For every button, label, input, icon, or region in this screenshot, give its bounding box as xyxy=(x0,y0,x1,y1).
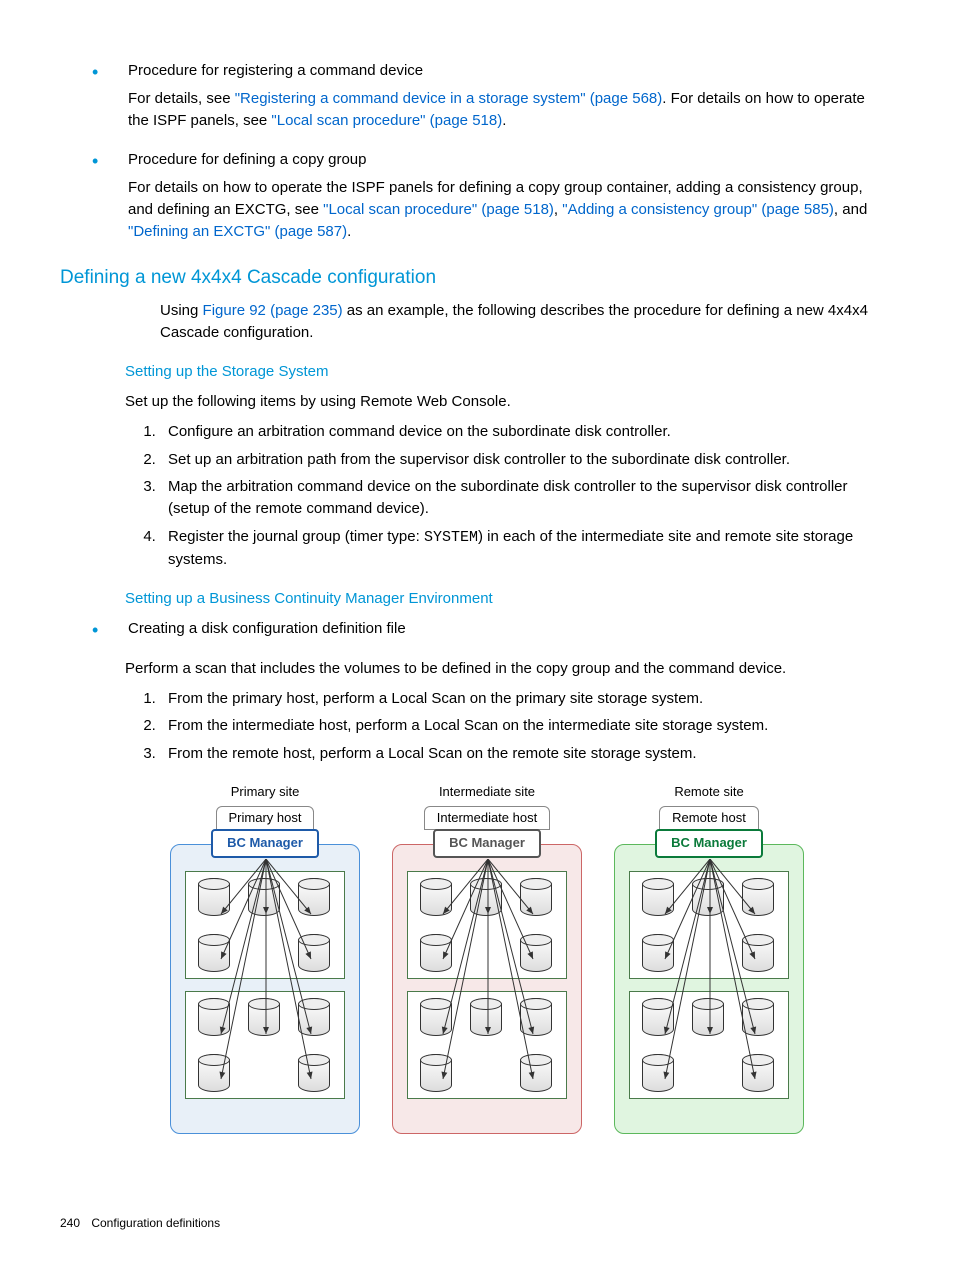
bullet-item: Creating a disk configuration definition… xyxy=(128,618,884,640)
bullet-text: For details, see "Registering a command … xyxy=(128,88,884,132)
link-register-cmd[interactable]: "Registering a command device in a stora… xyxy=(235,90,663,107)
top-bullets: Procedure for registering a command devi… xyxy=(128,60,884,242)
cylinder-icon xyxy=(298,878,330,916)
storage-panel: Scan xyxy=(392,844,582,1134)
cylinder-icon xyxy=(198,998,230,1036)
section-heading: Defining a new 4x4x4 Cascade configurati… xyxy=(60,264,884,292)
bcm-intro: Perform a scan that includes the volumes… xyxy=(125,658,884,680)
controller-box xyxy=(185,871,345,979)
link-adding-cg[interactable]: "Adding a consistency group" (page 585) xyxy=(562,201,834,218)
link-defining-exctg[interactable]: "Defining an EXCTG" (page 587) xyxy=(128,223,347,240)
page-footer: 240 Configuration definitions xyxy=(60,1215,220,1232)
list-item: Configure an arbitration command device … xyxy=(160,421,884,443)
link-figure-92[interactable]: Figure 92 (page 235) xyxy=(203,302,343,319)
controller-box xyxy=(629,991,789,1099)
cylinder-icon xyxy=(642,878,674,916)
link-local-scan-2[interactable]: "Local scan procedure" (page 518) xyxy=(323,201,554,218)
bullet-title: Procedure for registering a command devi… xyxy=(128,60,884,82)
cylinder-icon xyxy=(198,1054,230,1092)
cylinder-icon xyxy=(420,934,452,972)
storage-panel: Scan xyxy=(170,844,360,1134)
cylinder-icon xyxy=(470,878,502,916)
cylinder-icon xyxy=(742,934,774,972)
list-item: From the intermediate host, perform a Lo… xyxy=(160,715,884,737)
list-item: From the remote host, perform a Local Sc… xyxy=(160,743,884,765)
host-label: Remote host xyxy=(659,806,759,831)
controller-box xyxy=(407,871,567,979)
cylinder-icon xyxy=(692,998,724,1036)
link-local-scan-1[interactable]: "Local scan procedure" (page 518) xyxy=(271,112,502,129)
list-item: Map the arbitration command device on th… xyxy=(160,476,884,520)
bc-manager-label: BC Manager xyxy=(211,829,319,858)
site-blue: Primary site Primary hostBC ManagerScan xyxy=(170,783,360,1135)
host-label: Primary host xyxy=(216,806,315,831)
cylinder-icon xyxy=(520,878,552,916)
site-title: Intermediate site xyxy=(439,783,535,802)
controller-box xyxy=(629,871,789,979)
bcm-list: From the primary host, perform a Local S… xyxy=(160,688,884,765)
bc-manager-label: BC Manager xyxy=(655,829,763,858)
site-red: Intermediate site Intermediate hostBC Man… xyxy=(392,783,582,1135)
bullet-item: Procedure for registering a command devi… xyxy=(128,60,884,131)
cylinder-icon xyxy=(642,934,674,972)
storage-list: Configure an arbitration command device … xyxy=(160,421,884,571)
host-label: Intermediate host xyxy=(424,806,550,831)
page-number: 240 xyxy=(60,1215,88,1232)
cylinder-icon xyxy=(642,1054,674,1092)
list-item: Register the journal group (timer type: … xyxy=(160,526,884,571)
bullet-item: Procedure for defining a copy group For … xyxy=(128,149,884,242)
bcm-bullets: Creating a disk configuration definition… xyxy=(128,618,884,640)
bc-manager-label: BC Manager xyxy=(433,829,541,858)
cylinder-icon xyxy=(742,998,774,1036)
list-item: Set up an arbitration path from the supe… xyxy=(160,449,884,471)
cylinder-icon xyxy=(248,998,280,1036)
bullet-text: For details on how to operate the ISPF p… xyxy=(128,177,884,242)
cylinder-icon xyxy=(742,878,774,916)
cylinder-icon xyxy=(520,1054,552,1092)
cylinder-icon xyxy=(520,934,552,972)
section-intro: Using Figure 92 (page 235) as an example… xyxy=(160,300,884,344)
list-item: From the primary host, perform a Local S… xyxy=(160,688,884,710)
cylinder-icon xyxy=(520,998,552,1036)
sites-diagram: Primary sitePrimary hostBC ManagerScanIn… xyxy=(170,783,884,1135)
cylinder-icon xyxy=(692,878,724,916)
cylinder-icon xyxy=(198,934,230,972)
bcm-heading: Setting up a Business Continuity Manager… xyxy=(125,588,884,610)
cylinder-icon xyxy=(420,998,452,1036)
cylinder-icon xyxy=(420,878,452,916)
site-title: Remote site xyxy=(674,783,743,802)
storage-heading: Setting up the Storage System xyxy=(125,361,884,383)
cylinder-icon xyxy=(248,878,280,916)
storage-intro: Set up the following items by using Remo… xyxy=(125,391,884,413)
cylinder-icon xyxy=(298,1054,330,1092)
site-title: Primary site xyxy=(231,783,300,802)
cylinder-icon xyxy=(298,934,330,972)
cylinder-icon xyxy=(298,998,330,1036)
controller-box xyxy=(407,991,567,1099)
cylinder-icon xyxy=(742,1054,774,1092)
site-green: Remote site Remote hostBC ManagerScan xyxy=(614,783,804,1135)
footer-label: Configuration definitions xyxy=(91,1216,220,1230)
cylinder-icon xyxy=(642,998,674,1036)
code-system: SYSTEM xyxy=(424,529,478,546)
storage-panel: Scan xyxy=(614,844,804,1134)
cylinder-icon xyxy=(198,878,230,916)
cylinder-icon xyxy=(470,998,502,1036)
bullet-title: Procedure for defining a copy group xyxy=(128,149,884,171)
cylinder-icon xyxy=(420,1054,452,1092)
controller-box xyxy=(185,991,345,1099)
